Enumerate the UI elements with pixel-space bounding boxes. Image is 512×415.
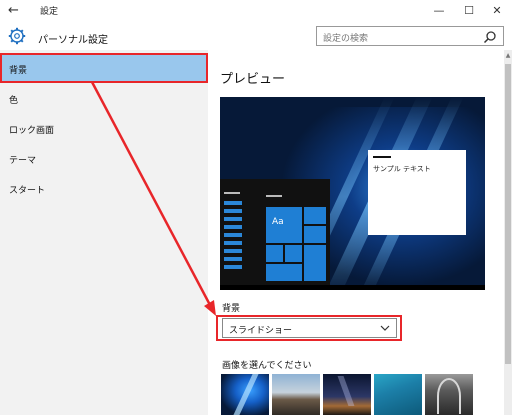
start-menu-line — [224, 192, 240, 194]
thumbnail-light-ray — [233, 374, 259, 415]
start-menu-app-icon — [224, 225, 242, 229]
chevron-down-icon — [380, 325, 390, 331]
minimize-button[interactable]: — — [424, 0, 454, 22]
tiles-header-line — [266, 195, 282, 197]
desktop-preview: Aa サンプル テキスト — [220, 97, 485, 290]
scrollbar-thumb[interactable] — [505, 64, 511, 364]
sidebar-item-label: ロック画面 — [9, 126, 55, 136]
title-bar: ← 設定 — ☐ ✕ — [0, 0, 512, 22]
thumbnail-fern — [437, 378, 461, 414]
sidebar-item-background[interactable]: 背景 — [0, 53, 208, 83]
sidebar-item-label: 色 — [9, 96, 19, 106]
picture-thumbnail[interactable] — [425, 374, 473, 415]
thumbnail-milky-way — [337, 376, 355, 406]
gear-icon — [8, 27, 26, 45]
background-type-dropdown[interactable]: スライドショー — [222, 318, 397, 338]
sidebar-item-start[interactable]: スタート — [0, 173, 208, 203]
content-scrollbar[interactable]: ▲ — [504, 50, 512, 415]
sidebar-item-lock-screen[interactable]: ロック画面 — [0, 113, 208, 143]
start-menu-app-icon — [224, 241, 242, 245]
background-label: 背景 — [222, 304, 241, 314]
start-menu-app-icon — [224, 265, 242, 269]
preview-tile — [304, 245, 326, 281]
start-menu-app-icon — [224, 249, 242, 253]
sidebar-item-color[interactable]: 色 — [0, 83, 208, 113]
preview-tile — [304, 226, 326, 243]
settings-window: ← 設定 — ☐ ✕ パーソナル設定 設定の検索 背景 色 ロック画面 テーマ … — [0, 0, 512, 415]
back-arrow-icon[interactable]: ← — [8, 3, 24, 19]
preview-tile-text: Aa — [272, 217, 284, 227]
start-menu-app-icon — [224, 209, 242, 213]
preview-tile — [304, 207, 326, 224]
picture-thumbnail[interactable] — [374, 374, 422, 415]
preview-tile — [285, 245, 302, 262]
search-input[interactable]: 設定の検索 — [316, 26, 504, 46]
preview-heading: プレビュー — [220, 72, 286, 87]
sidebar-item-label: 背景 — [9, 66, 28, 76]
start-menu-app-icon — [224, 233, 242, 237]
sample-window-text: サンプル テキスト — [373, 165, 431, 173]
sidebar: 背景 色 ロック画面 テーマ スタート — [0, 50, 208, 415]
search-placeholder: 設定の検索 — [323, 34, 369, 44]
picture-thumbnail[interactable] — [323, 374, 371, 415]
sample-window-titlebar-line — [373, 156, 391, 158]
preview-start-menu: Aa — [220, 179, 330, 290]
close-button[interactable]: ✕ — [482, 0, 512, 22]
preview-tile — [266, 245, 283, 262]
sidebar-item-label: スタート — [9, 186, 46, 196]
preview-tile-large: Aa — [266, 207, 302, 243]
search-icon[interactable] — [483, 30, 497, 44]
sidebar-item-label: テーマ — [9, 156, 37, 166]
start-menu-app-icon — [224, 217, 242, 221]
sidebar-item-themes[interactable]: テーマ — [0, 143, 208, 173]
choose-picture-label: 画像を選んでください — [222, 361, 312, 371]
maximize-button[interactable]: ☐ — [454, 0, 484, 22]
picture-thumbnail[interactable] — [272, 374, 320, 415]
start-menu-app-icon — [224, 201, 242, 205]
preview-tile — [266, 264, 302, 281]
preview-sample-window: サンプル テキスト — [368, 150, 466, 235]
scroll-up-icon[interactable]: ▲ — [504, 52, 512, 60]
dropdown-selected-value: スライドショー — [229, 326, 293, 336]
start-menu-app-icon — [224, 257, 242, 261]
picture-thumbnail[interactable] — [221, 374, 269, 415]
page-title: パーソナル設定 — [38, 35, 108, 46]
window-title: 設定 — [40, 7, 59, 17]
preview-taskbar — [220, 285, 485, 290]
